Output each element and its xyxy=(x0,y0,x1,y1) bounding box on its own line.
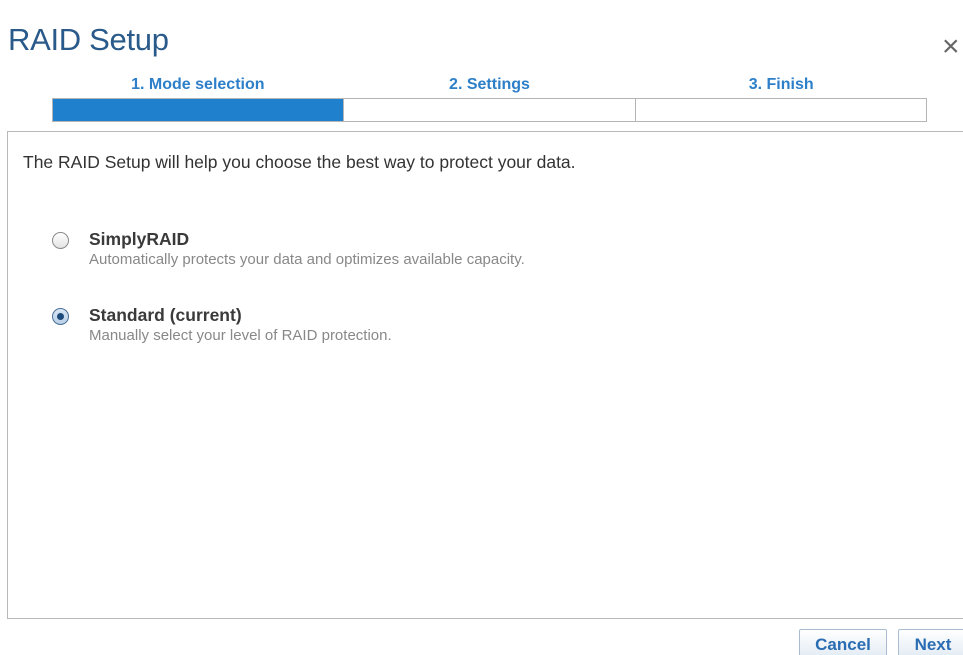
option-text: SimplyRAID Automatically protects your d… xyxy=(89,228,525,269)
option-text: Standard (current) Manually select your … xyxy=(89,304,392,345)
step-label-finish: 3. Finish xyxy=(748,76,814,93)
option-standard[interactable]: Standard (current) Manually select your … xyxy=(52,304,392,345)
option-simplyraid[interactable]: SimplyRAID Automatically protects your d… xyxy=(52,228,525,269)
step-segment-finish xyxy=(634,99,926,121)
step-segment-settings xyxy=(343,99,635,121)
step-segment-mode-selection xyxy=(53,99,344,121)
simplyraid-radio[interactable] xyxy=(52,232,69,249)
option-title: SimplyRAID xyxy=(89,229,190,249)
step-label-mode-selection: 1. Mode selection xyxy=(131,76,265,93)
intro-text: The RAID Setup will help you choose the … xyxy=(23,152,576,172)
wizard-progress: 1. Mode selection 2. Settings 3. Finish xyxy=(52,76,927,122)
step-progress-bar xyxy=(52,98,927,122)
step-labels: 1. Mode selection 2. Settings 3. Finish xyxy=(52,76,927,98)
content-panel: The RAID Setup will help you choose the … xyxy=(7,131,963,619)
option-description: Automatically protects your data and opt… xyxy=(89,251,525,268)
option-description: Manually select your level of RAID prote… xyxy=(89,327,392,344)
next-button[interactable]: Next xyxy=(898,629,963,655)
option-title: Standard (current) xyxy=(89,305,242,325)
cancel-button[interactable]: Cancel xyxy=(799,629,887,655)
step-label-settings: 2. Settings xyxy=(449,76,530,93)
raid-setup-dialog: RAID Setup × 1. Mode selection 2. Settin… xyxy=(0,0,963,655)
standard-radio[interactable] xyxy=(52,308,69,325)
close-icon[interactable]: × xyxy=(942,32,960,62)
dialog-title: RAID Setup xyxy=(8,22,169,57)
